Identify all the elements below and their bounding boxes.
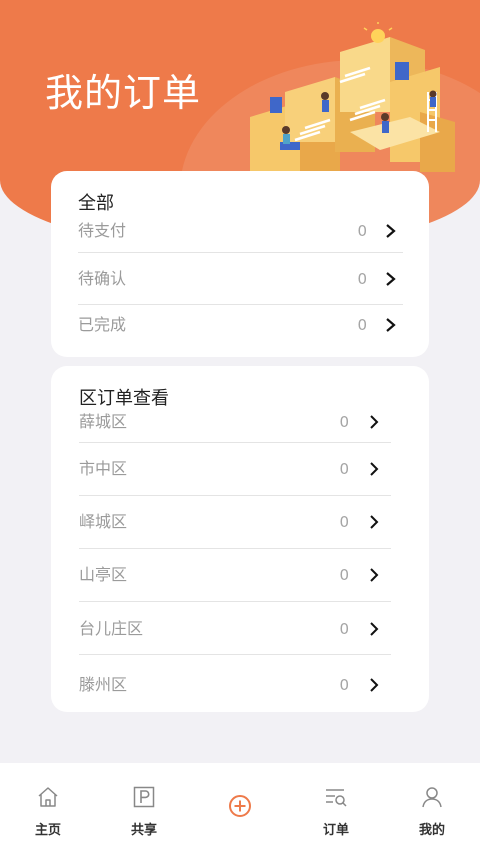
order-row-completed[interactable]: 已完成 0 — [78, 303, 403, 347]
row-label: 峄城区 — [79, 512, 128, 531]
divider — [79, 495, 391, 496]
row-label: 薛城区 — [79, 412, 128, 431]
tab-label: 订单 — [322, 823, 349, 838]
chevron-right-icon — [370, 622, 379, 636]
divider — [79, 601, 391, 602]
tab-label: 主页 — [34, 823, 61, 838]
row-count: 0 — [339, 566, 349, 584]
order-list-icon — [326, 789, 347, 807]
user-icon — [422, 787, 442, 808]
chevron-right-icon — [370, 678, 379, 692]
row-label: 待支付 — [78, 221, 127, 240]
row-count: 0 — [339, 413, 349, 431]
home-icon — [38, 787, 58, 807]
tab-label: 我的 — [418, 823, 445, 838]
chevron-right-icon — [386, 318, 396, 332]
chevron-right-icon — [386, 224, 396, 238]
row-count: 0 — [339, 513, 349, 531]
row-label: 已完成 — [78, 315, 127, 334]
order-row-pending-confirm[interactable]: 待确认 0 — [78, 257, 403, 301]
chevron-right-icon — [370, 415, 379, 429]
divider — [79, 548, 391, 549]
chevron-right-icon — [370, 462, 379, 476]
page-title: 我的订单 — [45, 71, 202, 115]
district-row-shanting[interactable]: 山亭区 0 — [79, 553, 391, 597]
row-label: 滕州区 — [79, 675, 128, 694]
tab-label: 共享 — [130, 823, 157, 838]
district-row-tengzhou[interactable]: 滕州区 0 — [79, 663, 391, 707]
add-circle-icon — [229, 795, 251, 817]
parking-icon — [133, 786, 155, 808]
chevron-right-icon — [370, 568, 379, 582]
row-count: 0 — [357, 270, 367, 288]
tab-share[interactable]: 共享 — [96, 763, 192, 853]
tab-mine[interactable]: 我的 — [384, 763, 480, 853]
divider — [78, 252, 403, 253]
tab-add[interactable] — [192, 763, 288, 853]
row-count: 0 — [339, 460, 349, 478]
district-row-yicheng[interactable]: 峄城区 0 — [79, 500, 391, 544]
district-row-xuecheng[interactable]: 薛城区 0 — [79, 400, 391, 444]
row-count: 0 — [339, 620, 349, 638]
tab-orders[interactable]: 订单 — [288, 763, 384, 853]
row-count: 0 — [357, 222, 367, 240]
divider — [79, 442, 391, 443]
bottom-tab-bar: 主页 共享 订单 我的 — [0, 763, 480, 853]
row-count: 0 — [339, 676, 349, 694]
district-row-shizhong[interactable]: 市中区 0 — [79, 447, 391, 491]
divider — [79, 654, 391, 655]
district-orders-card: 区订单查看 薛城区 0 市中区 0 峄城区 0 山亭区 0 台儿庄区 0 滕州区… — [51, 366, 429, 712]
order-row-pending-payment[interactable]: 待支付 0 — [78, 209, 403, 253]
row-count: 0 — [357, 316, 367, 334]
row-label: 山亭区 — [79, 565, 128, 584]
district-row-taierzhuang[interactable]: 台儿庄区 0 — [79, 607, 391, 651]
chevron-right-icon — [386, 272, 396, 286]
tab-home[interactable]: 主页 — [0, 763, 96, 853]
stairs-illustration — [250, 22, 455, 172]
orders-status-card: 全部 待支付 0 待确认 0 已完成 0 — [51, 171, 429, 357]
row-label: 台儿庄区 — [79, 619, 144, 638]
row-label: 待确认 — [78, 269, 127, 288]
row-label: 市中区 — [79, 459, 128, 478]
chevron-right-icon — [370, 515, 379, 529]
